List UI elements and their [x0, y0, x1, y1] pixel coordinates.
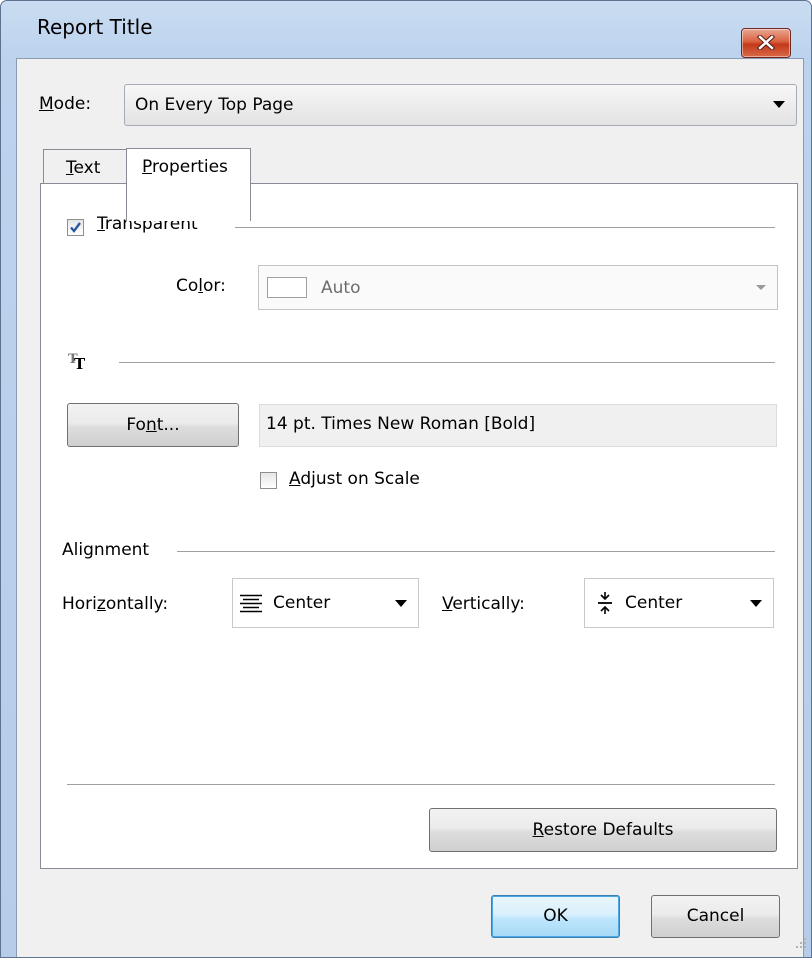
vertically-label: Vertically: [442, 594, 525, 614]
mode-select[interactable]: On Every Top Page [124, 84, 797, 126]
horizontal-alignment-value: Center [273, 593, 331, 613]
dialog-window: Report Title Mode: On Every Top Page Tex… [0, 0, 812, 958]
chevron-down-icon [773, 101, 785, 108]
title-bar[interactable]: Report Title [1, 1, 811, 58]
font-tt-icon: T T [68, 352, 86, 371]
color-label: Color: [176, 276, 226, 296]
adjust-on-scale-checkbox[interactable] [260, 472, 277, 489]
vertical-alignment-value: Center [625, 593, 683, 613]
font-section-divider [119, 362, 775, 363]
alignment-section-divider [177, 551, 775, 552]
horizontally-label: Horizontally: [62, 594, 169, 614]
resize-grip-icon[interactable] [791, 933, 809, 951]
tab-text-label: Text [66, 158, 101, 178]
transparent-section-divider [235, 227, 775, 228]
color-select-value: Auto [321, 278, 361, 298]
transparent-checkbox[interactable] [67, 219, 84, 236]
horizontal-alignment-select[interactable]: Center [232, 578, 419, 628]
restore-divider [67, 784, 775, 786]
adjust-on-scale-label[interactable]: Adjust on Scale [289, 469, 420, 489]
ok-button[interactable]: OK [491, 895, 620, 938]
font-button[interactable]: Font... [67, 403, 239, 447]
vertical-center-icon [598, 592, 612, 614]
restore-defaults-button[interactable]: Restore Defaults [429, 808, 777, 852]
color-select[interactable]: Auto [258, 265, 778, 310]
align-center-icon [240, 594, 262, 613]
tab-text[interactable]: Text [43, 149, 127, 186]
dialog-client-area: Mode: On Every Top Page Text Properties … [16, 58, 804, 957]
close-icon [757, 35, 775, 50]
alignment-heading: Alignment [62, 540, 150, 560]
mode-label: Mode: [39, 94, 92, 114]
chevron-down-icon [750, 600, 762, 607]
color-swatch [267, 277, 307, 298]
svg-text:T: T [74, 355, 86, 371]
cancel-button[interactable]: Cancel [651, 895, 780, 938]
checkmark-icon [70, 222, 81, 233]
tab-properties-label: Properties [142, 157, 228, 177]
mode-select-value: On Every Top Page [135, 95, 294, 115]
restore-defaults-label: Restore Defaults [532, 820, 674, 840]
tab-properties[interactable]: Properties [126, 148, 251, 221]
chevron-down-icon [395, 600, 407, 607]
ok-button-label: OK [543, 906, 568, 926]
font-description-text: 14 pt. Times New Roman [Bold] [266, 414, 536, 434]
cancel-button-label: Cancel [686, 906, 745, 926]
chevron-down-icon [756, 285, 766, 290]
font-button-label: Font... [126, 415, 180, 435]
close-button[interactable] [741, 28, 791, 58]
vertical-alignment-select[interactable]: Center [584, 578, 774, 628]
window-title: Report Title [37, 15, 153, 39]
font-description-field: 14 pt. Times New Roman [Bold] [259, 404, 777, 447]
